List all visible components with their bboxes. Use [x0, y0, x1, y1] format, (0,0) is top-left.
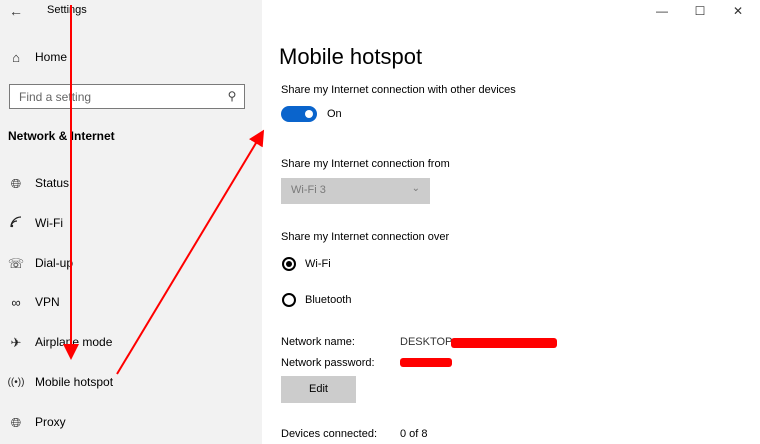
bluetooth-option-label: Bluetooth: [305, 294, 352, 306]
hotspot-toggle[interactable]: [281, 106, 317, 122]
section-heading: Network & Internet: [8, 129, 115, 143]
sidebar-item-vpn[interactable]: ∞ VPN: [0, 288, 262, 318]
share-from-dropdown[interactable]: Wi-Fi 3 ⌄: [281, 178, 430, 204]
sidebar-item-label: Airplane mode: [35, 335, 113, 349]
chevron-down-icon: ⌄: [411, 183, 420, 194]
wifi-icon: [7, 215, 25, 233]
redaction-mark: [451, 338, 557, 348]
edit-button[interactable]: Edit: [281, 376, 356, 403]
globe-icon: 🌐︎: [10, 415, 22, 430]
maximize-button[interactable]: ☐: [682, 0, 718, 22]
share-from-label: Share my Internet connection from: [281, 158, 450, 170]
devices-connected-label: Devices connected:: [281, 428, 377, 440]
toggle-knob: [305, 110, 313, 118]
sidebar-item-label: Proxy: [35, 415, 66, 429]
minimize-button[interactable]: —: [644, 0, 680, 22]
sidebar-item-dialup[interactable]: ☏ Dial-up: [0, 249, 262, 279]
home-icon: ⌂: [12, 50, 20, 65]
devices-connected-value: 0 of 8: [400, 428, 428, 440]
search-box: ⚲: [9, 84, 245, 109]
share-from-value: Wi-Fi 3: [291, 184, 326, 196]
network-password-label: Network password:: [281, 357, 375, 369]
sidebar-item-label: Home: [35, 50, 68, 64]
toggle-state-label: On: [327, 108, 342, 120]
close-button[interactable]: ✕: [720, 0, 756, 22]
sidebar-item-label: VPN: [35, 295, 60, 309]
share-connection-label: Share my Internet connection with other …: [281, 84, 516, 96]
sidebar-item-mobile-hotspot[interactable]: ((•)) Mobile hotspot: [0, 368, 262, 398]
main-panel: — ☐ ✕ Mobile hotspot Share my Internet c…: [262, 0, 760, 444]
hotspot-icon: ((•)): [7, 377, 25, 388]
globe-icon: 🌐︎: [10, 176, 22, 191]
search-input[interactable]: [10, 85, 225, 108]
sidebar-item-status[interactable]: 🌐︎ Status: [0, 169, 262, 199]
wifi-radio[interactable]: [282, 257, 296, 271]
settings-sidebar: ← Settings ⌂ Home ⚲ Network & Internet 🌐…: [0, 0, 262, 444]
vpn-icon: ∞: [11, 295, 21, 310]
sidebar-item-label: Dial-up: [35, 256, 74, 270]
sidebar-item-label: Mobile hotspot: [35, 375, 114, 389]
airplane-icon: ✈︎: [10, 335, 22, 350]
redaction-mark: [400, 358, 452, 367]
wifi-option-label: Wi-Fi: [305, 258, 331, 270]
window-title: Settings: [47, 4, 87, 16]
sidebar-item-label: Wi-Fi: [35, 216, 63, 230]
search-icon[interactable]: ⚲: [224, 88, 240, 104]
sidebar-item-airplane-mode[interactable]: ✈︎ Airplane mode: [0, 328, 262, 358]
network-name-value: DESKTOP-: [400, 336, 457, 348]
share-over-label: Share my Internet connection over: [281, 231, 450, 243]
network-name-label: Network name:: [281, 336, 355, 348]
radio-selected-dot: [286, 261, 292, 267]
back-arrow-icon[interactable]: ←: [6, 2, 26, 20]
page-title: Mobile hotspot: [279, 44, 423, 69]
sidebar-item-label: Status: [35, 176, 70, 190]
sidebar-item-proxy[interactable]: 🌐︎ Proxy: [0, 408, 262, 438]
dialup-icon: ☏: [7, 256, 25, 271]
bluetooth-radio[interactable]: [282, 293, 296, 307]
sidebar-item-wifi[interactable]: Wi-Fi: [0, 209, 262, 239]
sidebar-item-home[interactable]: ⌂ Home: [0, 43, 262, 73]
